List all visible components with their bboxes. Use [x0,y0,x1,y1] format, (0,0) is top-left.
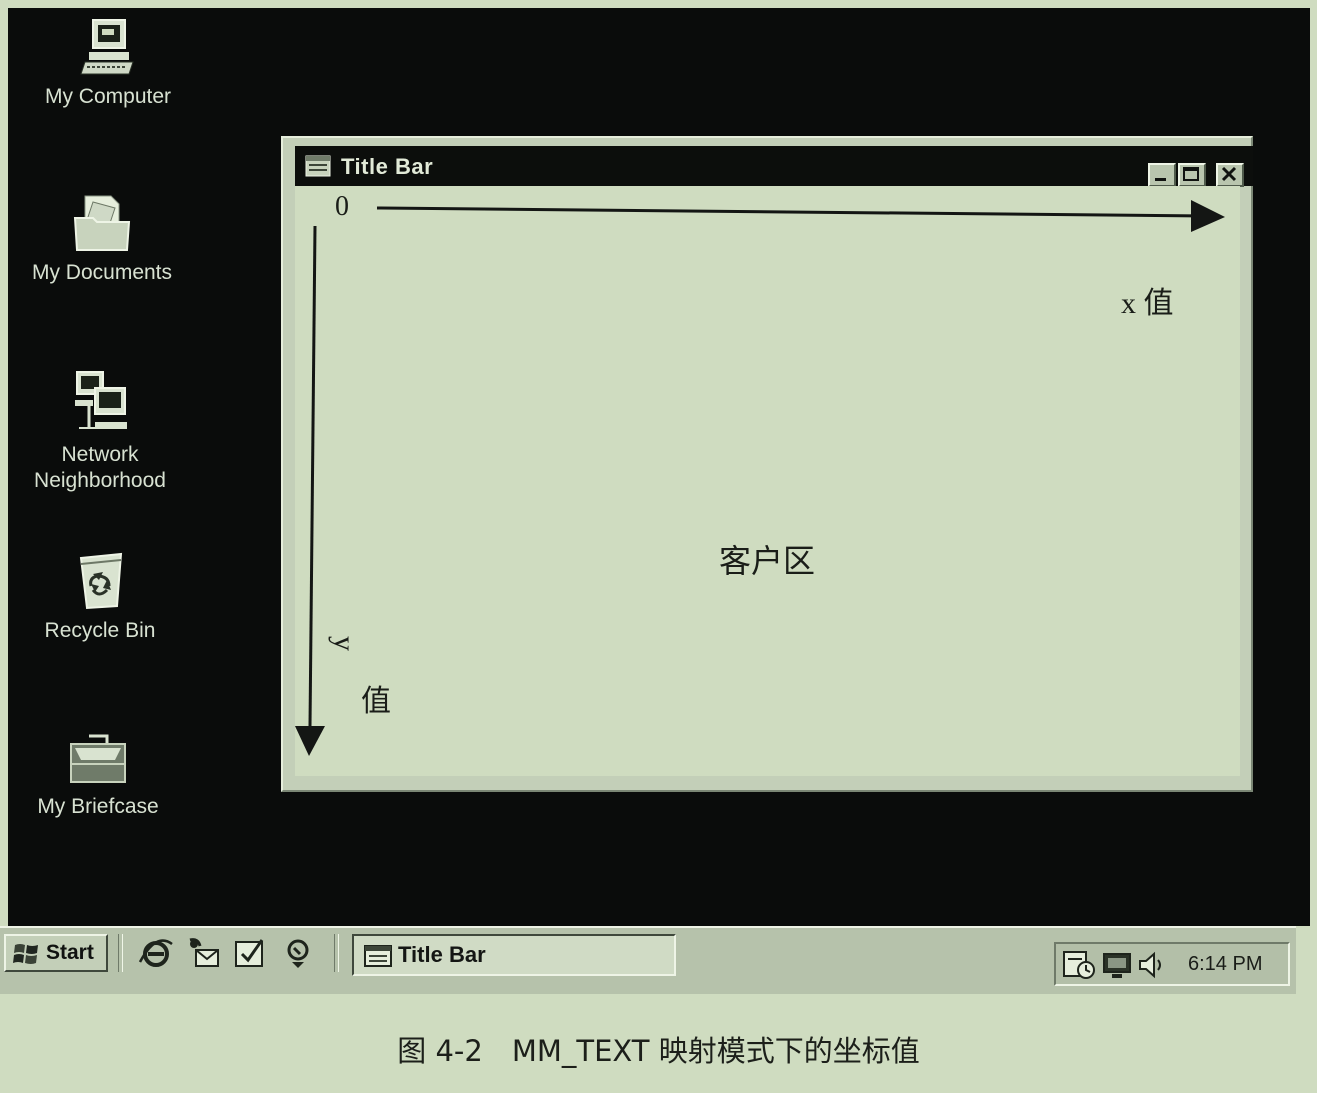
clock: 6:14 PM [1188,953,1263,975]
y-axis-line [308,225,317,727]
window-app-icon [364,945,392,967]
taskbar-separator [334,934,339,972]
desktop-icon-my-documents[interactable]: My Documents [12,192,192,286]
application-window[interactable]: Title Bar 0 x 值 y 值 客户区 [281,136,1253,792]
client-area[interactable]: 0 x 值 y 值 客户区 [295,186,1240,776]
desktop-icon-label: Network Neighborhood [34,443,166,492]
close-button[interactable] [1216,163,1244,187]
computer-icon [80,19,134,75]
briefcase-icon [70,734,126,783]
x-axis-label: x 值 [1121,287,1174,320]
system-tray: 6:14 PM [1054,942,1290,986]
desktop-icon-label: My Documents [31,261,173,284]
desktop-icon-label: My Briefcase [37,795,159,818]
desktop-icon-my-briefcase[interactable]: My Briefcase [8,726,188,820]
outlook-express-icon[interactable] [186,936,222,970]
taskbar: Start Title Bar 6:14 PM [0,926,1296,994]
window-title: Title Bar [341,154,434,179]
start-button[interactable]: Start [4,934,108,972]
title-bar[interactable]: Title Bar [295,146,1253,187]
desktop-icon-my-computer[interactable]: My Computer [18,16,198,110]
display-icon[interactable] [1100,950,1134,980]
maximize-button[interactable] [1178,163,1206,187]
coordinate-axes [295,200,1225,756]
client-area-label: 客户区 [719,542,816,580]
maximize-icon [1183,167,1199,181]
origin-label: 0 [335,191,349,222]
minimize-button[interactable] [1148,163,1176,187]
y-axis-label-char: 值 [361,685,391,718]
y-axis-arrowhead [295,726,325,756]
close-icon [1221,166,1237,182]
start-label: Start [46,941,94,964]
internet-explorer-icon[interactable] [138,936,174,970]
desktop-icon-label: My Computer [44,85,172,108]
figure-caption: 图 4-2 MM_TEXT 映射模式下的坐标值 [397,1034,920,1068]
windows-logo-icon [13,944,38,964]
volume-icon[interactable] [1136,950,1170,980]
desktop-icon-label: Recycle Bin [44,619,156,642]
taskbar-window-label: Title Bar [398,942,486,967]
recycle-bin-icon [79,552,123,610]
folder-documents-icon [73,195,131,251]
channels-icon[interactable] [280,936,316,970]
show-desktop-icon[interactable] [232,936,268,970]
minimize-icon [1155,178,1166,181]
desktop-icon-recycle-bin[interactable]: Recycle Bin [10,550,190,644]
page: My Computer My Documents Network Neighbo… [0,0,1317,1093]
desktop-icon-network-neighborhood[interactable]: Network Neighborhood [10,370,190,494]
scheduler-icon[interactable] [1062,950,1096,980]
taskbar-window-button[interactable]: Title Bar [352,934,676,976]
taskbar-separator [118,934,123,972]
network-icon [75,371,127,429]
x-axis-arrowhead [1191,200,1225,232]
x-axis-line [376,206,1208,218]
y-axis-label-letter: y [328,636,361,651]
window-app-icon [305,155,331,177]
